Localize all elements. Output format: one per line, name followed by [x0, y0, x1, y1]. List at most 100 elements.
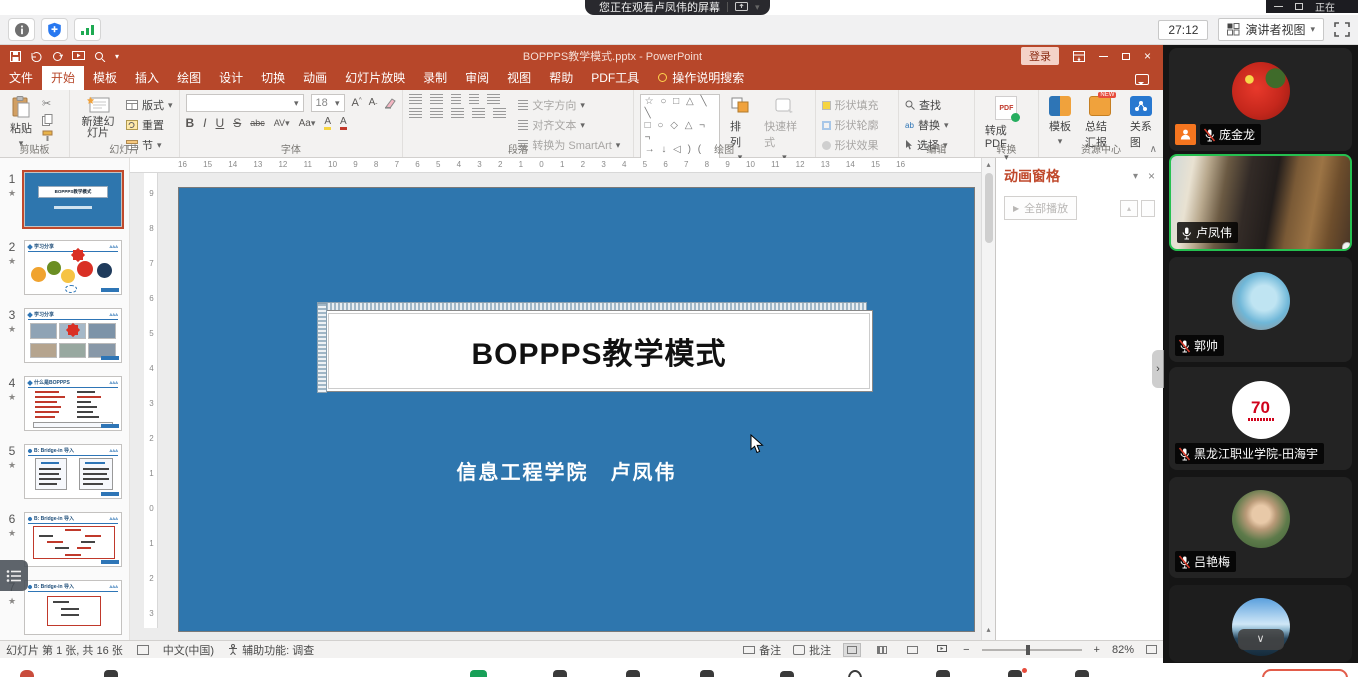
cut-icon[interactable]: ✂: [42, 97, 53, 110]
slide-subtitle[interactable]: 信息工程学院 卢凤伟: [179, 456, 954, 485]
tab-view[interactable]: 视图: [498, 66, 540, 90]
numbering-icon[interactable]: [430, 94, 443, 104]
undo-icon[interactable]: [30, 51, 43, 62]
align-text-button[interactable]: 对齐文本▾: [518, 117, 620, 133]
zoom-slider-thumb[interactable]: [1026, 645, 1030, 655]
previous-slide-icon[interactable]: ▴: [986, 625, 990, 634]
fullscreen-icon[interactable]: [1334, 22, 1350, 37]
format-painter-icon[interactable]: [42, 130, 53, 141]
tab-review[interactable]: 审阅: [456, 66, 498, 90]
share-screen-control-icon[interactable]: [470, 670, 487, 677]
control-icon[interactable]: [1008, 670, 1022, 677]
replace-button[interactable]: ab替换▾: [905, 117, 948, 133]
control-icon[interactable]: [936, 670, 950, 677]
change-case-button[interactable]: Aa▾: [299, 118, 316, 129]
justify-icon[interactable]: [472, 108, 485, 118]
thumbnail-row[interactable]: 1★ BOPPPS教学模式: [0, 172, 123, 227]
clear-format-icon[interactable]: [384, 98, 396, 109]
slide-title[interactable]: BOPPPS教学模式: [471, 329, 726, 373]
theme-icon[interactable]: [137, 645, 149, 655]
participant-tile-6[interactable]: ∨: [1169, 585, 1352, 662]
shrink-font-button[interactable]: Aˇ: [369, 97, 378, 110]
shape-outline-button[interactable]: 形状轮廓: [822, 117, 879, 133]
participant-tile-1[interactable]: 庞金龙: [1169, 48, 1352, 151]
italic-button[interactable]: I: [203, 116, 206, 130]
presenter-view-button[interactable]: 演讲者视图 ▾: [1218, 18, 1324, 41]
layout-button[interactable]: 版式▾: [126, 97, 173, 113]
reset-button[interactable]: 重置: [126, 117, 173, 133]
tab-slideshow[interactable]: 幻灯片放映: [336, 66, 414, 90]
tab-help[interactable]: 帮助: [540, 66, 582, 90]
pane-options-icon[interactable]: ▾: [1133, 171, 1138, 182]
control-icon[interactable]: [700, 670, 714, 677]
find-button[interactable]: 查找: [905, 97, 948, 113]
text-direction-button[interactable]: 文字方向▾: [518, 97, 620, 113]
leave-meeting-button[interactable]: [1262, 669, 1348, 677]
grow-font-button[interactable]: A^: [352, 97, 362, 109]
annotation-toolbar-collapsed[interactable]: [0, 560, 28, 591]
save-icon[interactable]: [10, 51, 21, 62]
share-screen-icon[interactable]: [735, 2, 748, 12]
play-all-button[interactable]: ▶ 全部播放: [1004, 196, 1077, 220]
thumbnail-row[interactable]: 4★ 什么是BOPPPSAAA: [0, 376, 123, 431]
chevron-down-icon[interactable]: ▾: [755, 2, 760, 13]
ribbon-display-icon[interactable]: [1073, 51, 1085, 62]
security-button[interactable]: [41, 18, 68, 41]
copy-icon[interactable]: [42, 114, 53, 126]
thumbnail-row[interactable]: 5★ B: Bridge-in 导入AAA: [0, 444, 123, 499]
underline-button[interactable]: U: [216, 116, 225, 130]
thumbnail-slide-4[interactable]: 什么是BOPPPSAAA: [24, 376, 122, 431]
restore-icon[interactable]: [1122, 53, 1130, 60]
move-later-button[interactable]: [1141, 200, 1155, 217]
member-control-icon[interactable]: [553, 670, 567, 677]
slide-canvas[interactable]: BOPPPS教学模式 信息工程学院 卢凤伟: [178, 187, 975, 632]
sidebar-collapse-handle[interactable]: ›: [1152, 350, 1164, 388]
thumbnail-row[interactable]: 3★ 学习分享AAA: [0, 308, 123, 363]
collapse-ribbon-icon[interactable]: ∧: [1150, 144, 1157, 155]
notes-button[interactable]: 备注: [743, 642, 781, 658]
tab-insert[interactable]: 插入: [126, 66, 168, 90]
zoom-level[interactable]: 82%: [1112, 644, 1134, 656]
scroll-participants-button[interactable]: ∨: [1238, 629, 1284, 650]
bold-button[interactable]: B: [186, 116, 195, 130]
tab-pdf-tools[interactable]: PDF工具: [582, 66, 648, 90]
tab-animations[interactable]: 动画: [294, 66, 336, 90]
thumbnail-slide-6[interactable]: B: Bridge-in 导入AAA: [24, 512, 122, 567]
close-icon[interactable]: ×: [1144, 49, 1151, 63]
control-icon[interactable]: [780, 671, 794, 677]
fit-slide-icon[interactable]: [1146, 645, 1157, 654]
align-left-icon[interactable]: [409, 108, 422, 118]
comments-button[interactable]: 批注: [793, 642, 831, 658]
decrease-indent-icon[interactable]: [451, 94, 461, 104]
tab-template[interactable]: 模板: [84, 66, 126, 90]
chat-control-icon[interactable]: [626, 670, 640, 677]
participant-tile-2-active-speaker[interactable]: 卢凤伟: [1169, 154, 1352, 251]
camera-control-icon[interactable]: [104, 670, 118, 677]
title-banner[interactable]: BOPPPS教学模式: [325, 310, 873, 392]
move-earlier-button[interactable]: ▴: [1120, 200, 1138, 217]
qat-more-icon[interactable]: ▾: [115, 52, 119, 61]
thumbnail-slide-1[interactable]: BOPPPS教学模式: [24, 172, 122, 227]
zoom-out-button[interactable]: −: [963, 644, 969, 656]
thumbnail-row[interactable]: 2★ 学习分享AAA: [0, 240, 123, 295]
preview-icon[interactable]: [94, 51, 106, 62]
align-right-icon[interactable]: [451, 108, 464, 118]
tab-home[interactable]: 开始: [42, 66, 84, 90]
zoom-in-button[interactable]: +: [1094, 644, 1100, 656]
language-label[interactable]: 中文(中国): [163, 642, 214, 658]
shadow-button[interactable]: abc: [250, 118, 265, 128]
thumbnail-slide-7[interactable]: B: Bridge-in 导入AAA: [24, 580, 122, 635]
redo-icon[interactable]: [52, 51, 63, 62]
tab-draw[interactable]: 绘图: [168, 66, 210, 90]
shape-effects-button[interactable]: 形状效果: [822, 137, 879, 153]
settings-control-icon[interactable]: [1075, 670, 1089, 677]
tab-file[interactable]: 文件: [0, 66, 42, 90]
info-button[interactable]: [8, 18, 35, 41]
zoom-slider[interactable]: [982, 649, 1082, 651]
minimize-icon[interactable]: [1274, 6, 1283, 7]
strikethrough-button[interactable]: S: [233, 116, 241, 130]
highlight-color-button[interactable]: A: [324, 116, 331, 130]
new-slide-button[interactable]: 新建幻灯片: [76, 94, 120, 141]
increase-indent-icon[interactable]: [469, 94, 479, 104]
vertical-scrollbar[interactable]: ▴ ▴: [981, 158, 995, 640]
